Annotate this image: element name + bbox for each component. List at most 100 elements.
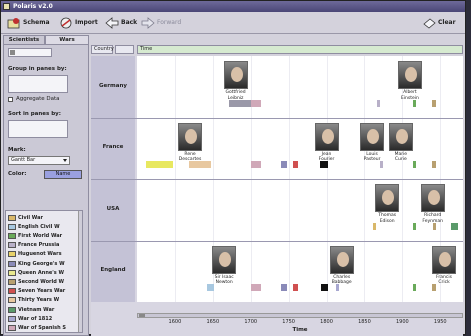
scientist-portrait[interactable] <box>314 122 339 151</box>
clear-button[interactable]: Clear <box>422 16 456 30</box>
mark-select[interactable]: Gantt Bar <box>8 156 70 165</box>
caption-line: Curie <box>394 157 407 162</box>
legend-swatch <box>8 288 16 295</box>
legend-item[interactable]: France Prussia <box>8 241 80 250</box>
war-bar[interactable] <box>433 222 437 230</box>
slider-thumb[interactable] <box>10 50 15 55</box>
face-shape <box>439 251 452 267</box>
war-bar[interactable] <box>293 161 299 168</box>
schema-slider[interactable] <box>8 48 52 57</box>
war-bar[interactable] <box>431 284 437 291</box>
legend-item[interactable]: Second World W <box>8 277 80 286</box>
face-shape <box>185 128 198 144</box>
scientist-portrait[interactable] <box>360 122 385 151</box>
scientist-portrait[interactable] <box>329 245 354 274</box>
legend-swatch <box>8 278 16 285</box>
war-bar[interactable] <box>431 99 437 107</box>
import-button[interactable]: Import <box>59 16 98 30</box>
scientist-portrait[interactable] <box>432 245 457 274</box>
row-separator <box>91 179 463 180</box>
scientist-portrait[interactable] <box>178 122 203 151</box>
war-bar[interactable] <box>412 284 416 291</box>
x-tick-label: 1800 <box>320 319 333 325</box>
war-bar[interactable] <box>412 99 416 107</box>
legend-label: Second World W <box>18 278 65 285</box>
x-tick-label: 1700 <box>244 319 258 325</box>
columns-shelf[interactable]: Time <box>137 45 463 54</box>
scientist-portrait[interactable] <box>397 61 422 89</box>
schema-button[interactable]: Schema <box>7 16 50 30</box>
legend-item[interactable]: Civil War <box>8 213 80 222</box>
legend-item[interactable]: English Civil W <box>8 222 80 231</box>
war-bar[interactable] <box>379 161 383 168</box>
title-bar: Polaris v2.0 <box>1 1 465 12</box>
war-bar[interactable] <box>251 99 262 107</box>
legend-swatch <box>8 260 16 267</box>
war-bar[interactable] <box>376 99 380 107</box>
scientist-portrait[interactable] <box>388 122 413 151</box>
war-bar[interactable] <box>206 284 214 291</box>
x-tick-label: 1850 <box>358 319 371 325</box>
sort-shelf[interactable] <box>8 120 68 138</box>
x-tick-label: 1950 <box>433 319 447 325</box>
legend-item[interactable]: Vietnam War <box>8 305 80 314</box>
back-button[interactable]: Back <box>105 16 137 30</box>
eraser-icon <box>423 18 436 29</box>
war-bar[interactable] <box>281 284 288 291</box>
legend-item[interactable]: King George's W <box>8 259 80 268</box>
legend-item[interactable]: Seven Years War <box>8 287 80 296</box>
war-bar[interactable] <box>320 161 329 168</box>
tab-wars[interactable]: Wars <box>45 35 89 44</box>
group-shelf[interactable] <box>8 75 68 93</box>
legend-item[interactable]: War of Spanish S <box>8 323 80 332</box>
war-bar[interactable] <box>293 284 299 291</box>
legend-item[interactable]: Thirty Years W <box>8 296 80 305</box>
face-shape <box>367 128 380 144</box>
color-encoding-button[interactable]: Name <box>44 170 82 179</box>
war-bar[interactable] <box>321 284 329 291</box>
legend-item[interactable]: First World War <box>8 231 80 240</box>
war-bar[interactable] <box>146 161 174 168</box>
scientist-portrait[interactable] <box>212 245 237 274</box>
row-label: England <box>100 267 126 274</box>
scientist-portrait[interactable] <box>223 61 248 89</box>
war-bar[interactable] <box>450 222 458 230</box>
forward-arrow-icon <box>141 17 155 29</box>
legend-label: Seven Years War <box>18 288 66 295</box>
back-arrow-icon <box>105 17 119 29</box>
rows-shelf[interactable]: Country <box>91 45 114 54</box>
legend-label: War of 1812 <box>18 315 53 322</box>
forward-button[interactable]: Forward <box>141 16 181 30</box>
face-shape <box>382 190 395 205</box>
face-shape <box>219 251 232 267</box>
war-bar[interactable] <box>431 161 437 168</box>
face-shape <box>321 128 334 144</box>
war-bar[interactable] <box>229 99 251 107</box>
war-bar[interactable] <box>372 222 376 230</box>
legend-scrollbar[interactable] <box>78 211 82 332</box>
legend-item[interactable]: Huguenot Wars <box>8 250 80 259</box>
war-bar[interactable] <box>412 161 416 168</box>
scientist-portrait[interactable] <box>420 184 445 212</box>
x-axis: 1600 1650 1700 1750 1800 1850 1900 1950 Time <box>137 303 463 336</box>
x-tick-label: 1600 <box>168 319 182 325</box>
window-title: Polaris v2.0 <box>13 3 53 10</box>
row-separator <box>91 117 463 119</box>
war-bar[interactable] <box>251 161 262 168</box>
war-bar[interactable] <box>281 161 288 168</box>
legend-swatch <box>8 223 16 230</box>
toolbar: Schema Import Back Forward Clear <box>1 12 465 34</box>
caption-line: Babbage <box>331 280 352 285</box>
scientist-portrait[interactable] <box>375 184 400 212</box>
tab-scientists[interactable]: Scientists <box>3 35 45 44</box>
face-shape <box>404 67 417 82</box>
war-bar[interactable] <box>251 284 262 291</box>
war-bar[interactable] <box>335 284 339 291</box>
legend-item[interactable]: War of 1812 <box>8 314 80 323</box>
war-bar[interactable] <box>188 161 212 168</box>
legend-item[interactable]: Queen Anne's W <box>8 268 80 277</box>
group-label: Group in panes by: <box>8 66 67 72</box>
legend-label: Vietnam War <box>18 306 55 313</box>
aggregate-checkbox[interactable] <box>8 97 13 102</box>
war-bar[interactable] <box>412 222 416 230</box>
